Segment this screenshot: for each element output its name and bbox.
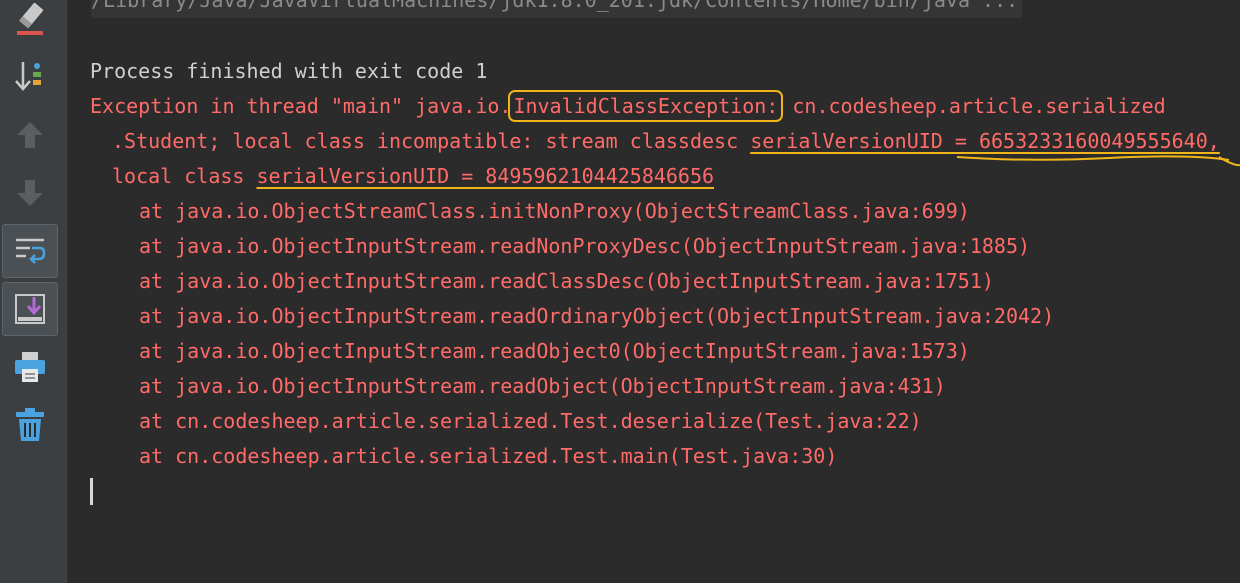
local-uid-highlight: serialVersionUID = 8495962104425846656	[256, 164, 715, 188]
clear-all-icon	[12, 0, 48, 39]
local-class-label: local class	[112, 164, 257, 188]
sort-button[interactable]	[2, 50, 58, 104]
console-toolbar	[0, 0, 68, 583]
stream-uid-highlight: serialVersionUID = 6653233160049555640,	[750, 129, 1220, 153]
clear-all-button[interactable]	[2, 0, 58, 46]
exception-message: .Student; local class incompatible: stre…	[112, 129, 751, 153]
exception-line-1: Exception in thread "main" java.io. Inval…	[90, 89, 1166, 124]
stack-frame[interactable]: at cn.codesheep.article.serialized.Test.…	[139, 439, 837, 474]
trash-icon	[13, 406, 47, 444]
exception-class-highlight: InvalidClassException:	[508, 90, 784, 122]
stack-frame[interactable]: at java.io.ObjectInputStream.readObject0…	[139, 334, 970, 369]
up-stack-button[interactable]	[2, 108, 58, 162]
console-output[interactable]: /Library/Java/JavaVirtualMachines/jdk1.8…	[69, 0, 1240, 583]
exception-line-3: local class serialVersionUID = 849596210…	[112, 159, 714, 194]
up-arrow-icon	[15, 119, 45, 151]
stack-frame[interactable]: at java.io.ObjectInputStream.readObject(…	[139, 369, 946, 404]
print-icon	[12, 349, 48, 385]
exception-line-2: .Student; local class incompatible: stre…	[112, 124, 1220, 159]
stack-frame[interactable]: at java.io.ObjectInputStream.readOrdinar…	[139, 299, 1054, 334]
stack-frame[interactable]: at java.io.ObjectInputStream.readClassDe…	[139, 264, 994, 299]
sort-icon	[13, 58, 47, 96]
stack-frame[interactable]: at java.io.ObjectInputStream.readNonProx…	[139, 229, 1030, 264]
clear-console-button[interactable]	[2, 398, 58, 452]
down-arrow-icon	[15, 177, 45, 209]
scroll-to-end-icon	[12, 291, 48, 327]
run-command-line: /Library/Java/JavaVirtualMachines/jdk1.8…	[91, 0, 1023, 18]
down-stack-button[interactable]	[2, 166, 58, 220]
soft-wrap-button[interactable]	[2, 224, 58, 278]
stack-frame[interactable]: at java.io.ObjectStreamClass.initNonProx…	[139, 194, 970, 229]
exception-prefix: Exception in thread "main" java.io.	[90, 94, 512, 118]
exit-status-line: Process finished with exit code 1	[90, 59, 488, 83]
text-caret	[90, 478, 93, 505]
stack-frame[interactable]: at cn.codesheep.article.serialized.Test.…	[139, 404, 922, 439]
soft-wrap-icon	[12, 233, 48, 269]
print-button[interactable]	[2, 340, 58, 394]
scroll-to-end-button[interactable]	[2, 282, 58, 336]
exception-class-path: cn.codesheep.article.serialized	[780, 94, 1166, 118]
